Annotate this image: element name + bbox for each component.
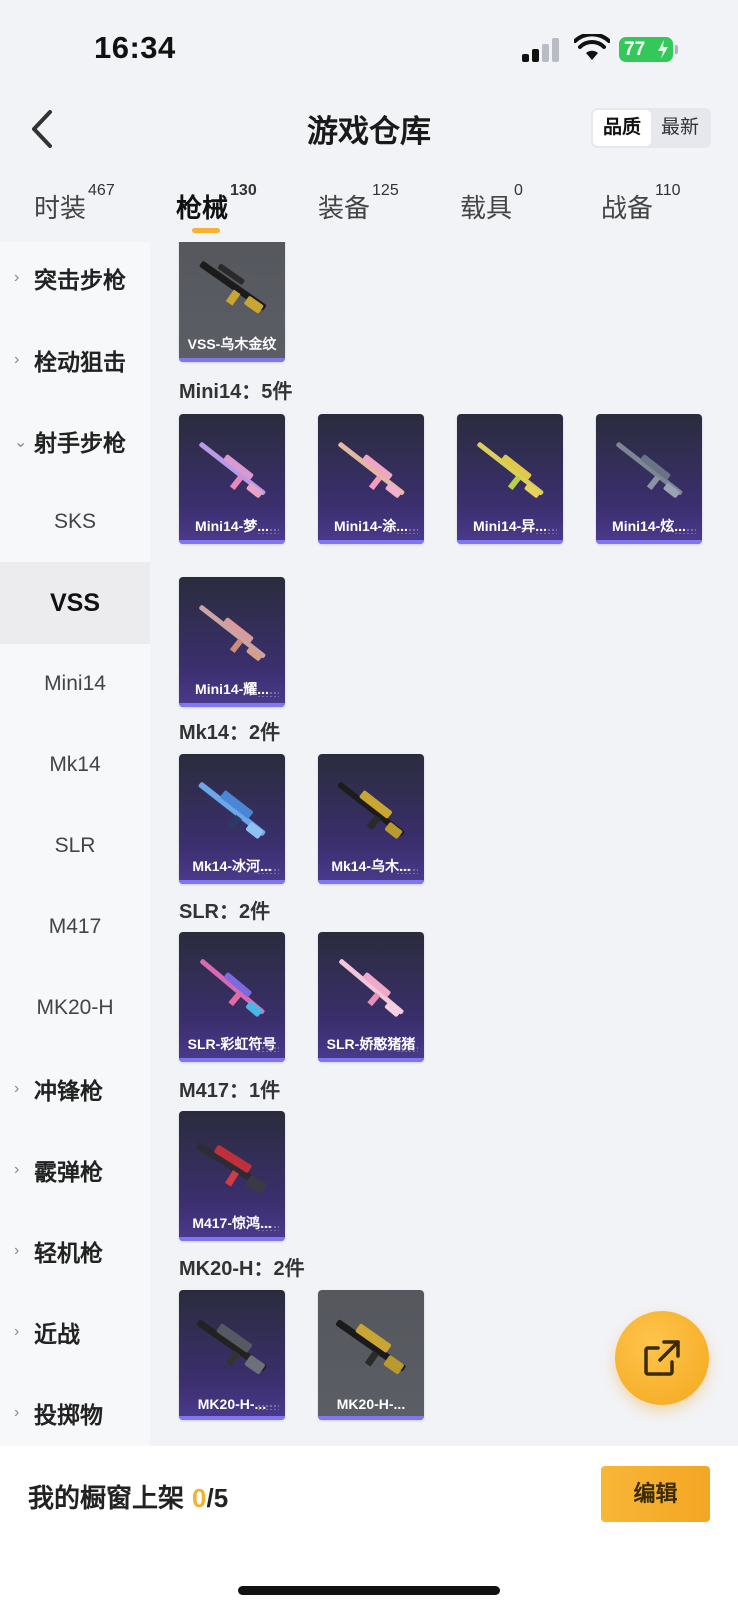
showcase-bar: 我的橱窗上架 0/5 编辑 bbox=[0, 1446, 738, 1600]
chevron-right-icon: › bbox=[14, 1161, 20, 1178]
rifle-icon bbox=[198, 782, 266, 839]
sort-quality-button[interactable]: 品质 bbox=[593, 110, 651, 146]
chevron-right-icon: › bbox=[14, 351, 20, 368]
sidebar-item-melee[interactable]: › 近战 bbox=[0, 1291, 150, 1373]
tab-guns[interactable]: 枪械130 bbox=[176, 182, 257, 225]
weapon-card[interactable]: M417-惊鸿... bbox=[179, 1111, 285, 1241]
sidebar-subitem-slr[interactable]: SLR bbox=[0, 805, 150, 887]
rifle-icon bbox=[199, 605, 266, 661]
share-button[interactable] bbox=[615, 1311, 709, 1405]
edit-button[interactable]: 编辑 bbox=[601, 1466, 710, 1522]
section-title-m417: M417：1件 bbox=[179, 1080, 281, 1102]
weapon-card[interactable]: Mk14-乌木... bbox=[318, 754, 424, 884]
sort-toggle[interactable]: 品质 最新 bbox=[591, 108, 711, 148]
tab-count: 110 bbox=[655, 182, 681, 199]
sidebar-item-bolt-sniper[interactable]: › 栓动狙击 bbox=[0, 319, 150, 401]
chevron-right-icon: › bbox=[14, 1323, 20, 1340]
showcase-status: 我的橱窗上架 0/5 bbox=[28, 1478, 228, 1515]
weapon-name: MK20-H-... bbox=[336, 1396, 406, 1412]
weapon-card[interactable]: MK20-H-... bbox=[179, 1290, 285, 1420]
sidebar-item-smg[interactable]: › 冲锋枪 bbox=[0, 1048, 150, 1130]
rifle-icon bbox=[339, 959, 404, 1017]
weapon-name: VSS-乌木金纹 bbox=[187, 336, 277, 352]
tab-count: 130 bbox=[230, 182, 257, 199]
tab-supplies[interactable]: 战备110 bbox=[601, 182, 681, 225]
rifle-icon bbox=[338, 442, 405, 498]
rifle-icon bbox=[477, 442, 544, 498]
rifle-icon bbox=[196, 1319, 267, 1374]
showcase-current-count: 0 bbox=[192, 1483, 207, 1513]
weapon-card[interactable]: SLR-彩虹符号 bbox=[179, 932, 285, 1062]
weapon-category-sidebar: › 突击步枪 › 栓动狙击 ⌄ 射手步枪 SKS VSS Mini14 Mk14 SL… bbox=[0, 242, 150, 1446]
wifi-icon bbox=[574, 34, 610, 60]
cellular-signal-icon bbox=[522, 38, 562, 62]
weapon-card[interactable]: Mini14-涂... bbox=[318, 414, 424, 544]
rifle-icon bbox=[335, 1319, 406, 1374]
page-header: 游戏仓库 品质 最新 bbox=[0, 96, 738, 176]
tab-fashion[interactable]: 时装467 bbox=[34, 182, 115, 225]
section-title-slr: SLR：2件 bbox=[179, 901, 271, 923]
showcase-total: /5 bbox=[206, 1483, 229, 1513]
tab-count: 0 bbox=[514, 182, 523, 199]
weapon-card[interactable]: Mini14-梦... bbox=[179, 414, 285, 544]
weapon-card[interactable]: Mini14-耀... bbox=[179, 577, 285, 707]
chevron-down-icon: ⌄ bbox=[14, 434, 28, 451]
weapon-card[interactable]: SLR-娇憨猪猪 bbox=[318, 932, 424, 1062]
sidebar-subitem-sks[interactable]: SKS bbox=[0, 481, 150, 563]
sidebar-subitem-mini14[interactable]: Mini14 bbox=[0, 643, 150, 725]
chevron-right-icon: › bbox=[14, 1242, 20, 1259]
active-tab-indicator bbox=[192, 228, 220, 233]
section-title-mk20h: MK20-H：2件 bbox=[179, 1258, 305, 1280]
battery-level: 77 bbox=[624, 39, 646, 60]
rifle-icon bbox=[200, 959, 265, 1017]
rifle-icon bbox=[195, 1142, 266, 1194]
tab-equipment[interactable]: 装备125 bbox=[318, 182, 399, 225]
sidebar-item-throwables[interactable]: › 投掷物 bbox=[0, 1372, 150, 1446]
sidebar-subitem-m417[interactable]: M417 bbox=[0, 886, 150, 968]
section-title-mini14: Mini14：5件 bbox=[179, 381, 293, 403]
battery-icon: 77 bbox=[619, 37, 678, 62]
rifle-icon bbox=[337, 782, 405, 839]
tab-count: 467 bbox=[88, 182, 115, 199]
sort-latest-button[interactable]: 最新 bbox=[651, 110, 709, 146]
weapon-card[interactable]: VSS-乌木金纹 bbox=[179, 242, 285, 362]
tab-count: 125 bbox=[372, 182, 399, 199]
weapon-card[interactable]: MK20-H-... bbox=[318, 1290, 424, 1420]
sidebar-subitem-mk14[interactable]: Mk14 bbox=[0, 724, 150, 806]
showcase-label: 我的橱窗上架 bbox=[28, 1483, 185, 1513]
sidebar-item-dmr[interactable]: ⌄ 射手步枪 bbox=[0, 400, 150, 482]
section-title-mk14: Mk14：2件 bbox=[179, 722, 281, 744]
weapon-card[interactable]: Mini14-炫... bbox=[596, 414, 702, 544]
chevron-right-icon: › bbox=[14, 1404, 20, 1421]
sidebar-item-assault-rifle[interactable]: › 突击步枪 bbox=[0, 242, 150, 319]
clock: 16:34 bbox=[94, 30, 176, 65]
rifle-icon bbox=[616, 442, 683, 498]
sidebar-subitem-vss[interactable]: VSS bbox=[0, 562, 150, 644]
chevron-right-icon: › bbox=[14, 1080, 20, 1097]
external-link-icon bbox=[644, 1340, 680, 1376]
sidebar-item-lmg[interactable]: › 轻机枪 bbox=[0, 1210, 150, 1292]
chevron-right-icon: › bbox=[14, 269, 20, 286]
weapon-card[interactable]: Mini14-异... bbox=[457, 414, 563, 544]
sidebar-subitem-mk20h[interactable]: MK20-H bbox=[0, 967, 150, 1049]
home-indicator[interactable] bbox=[238, 1586, 500, 1595]
charging-bolt-icon bbox=[658, 40, 668, 59]
status-bar: 16:34 77 bbox=[0, 0, 738, 96]
sidebar-item-shotgun[interactable]: › 霰弹枪 bbox=[0, 1129, 150, 1211]
rifle-icon bbox=[199, 261, 267, 314]
category-tabs: 时装467 枪械130 装备125 载具0 战备110 bbox=[0, 176, 738, 242]
rifle-icon bbox=[199, 442, 266, 498]
weapon-card[interactable]: Mk14-冰河... bbox=[179, 754, 285, 884]
weapon-grid: VSS-乌木金纹 Mini14：5件 Mini14-梦... Mini14-涂.… bbox=[150, 242, 738, 1446]
tab-vehicles[interactable]: 载具0 bbox=[460, 182, 523, 225]
